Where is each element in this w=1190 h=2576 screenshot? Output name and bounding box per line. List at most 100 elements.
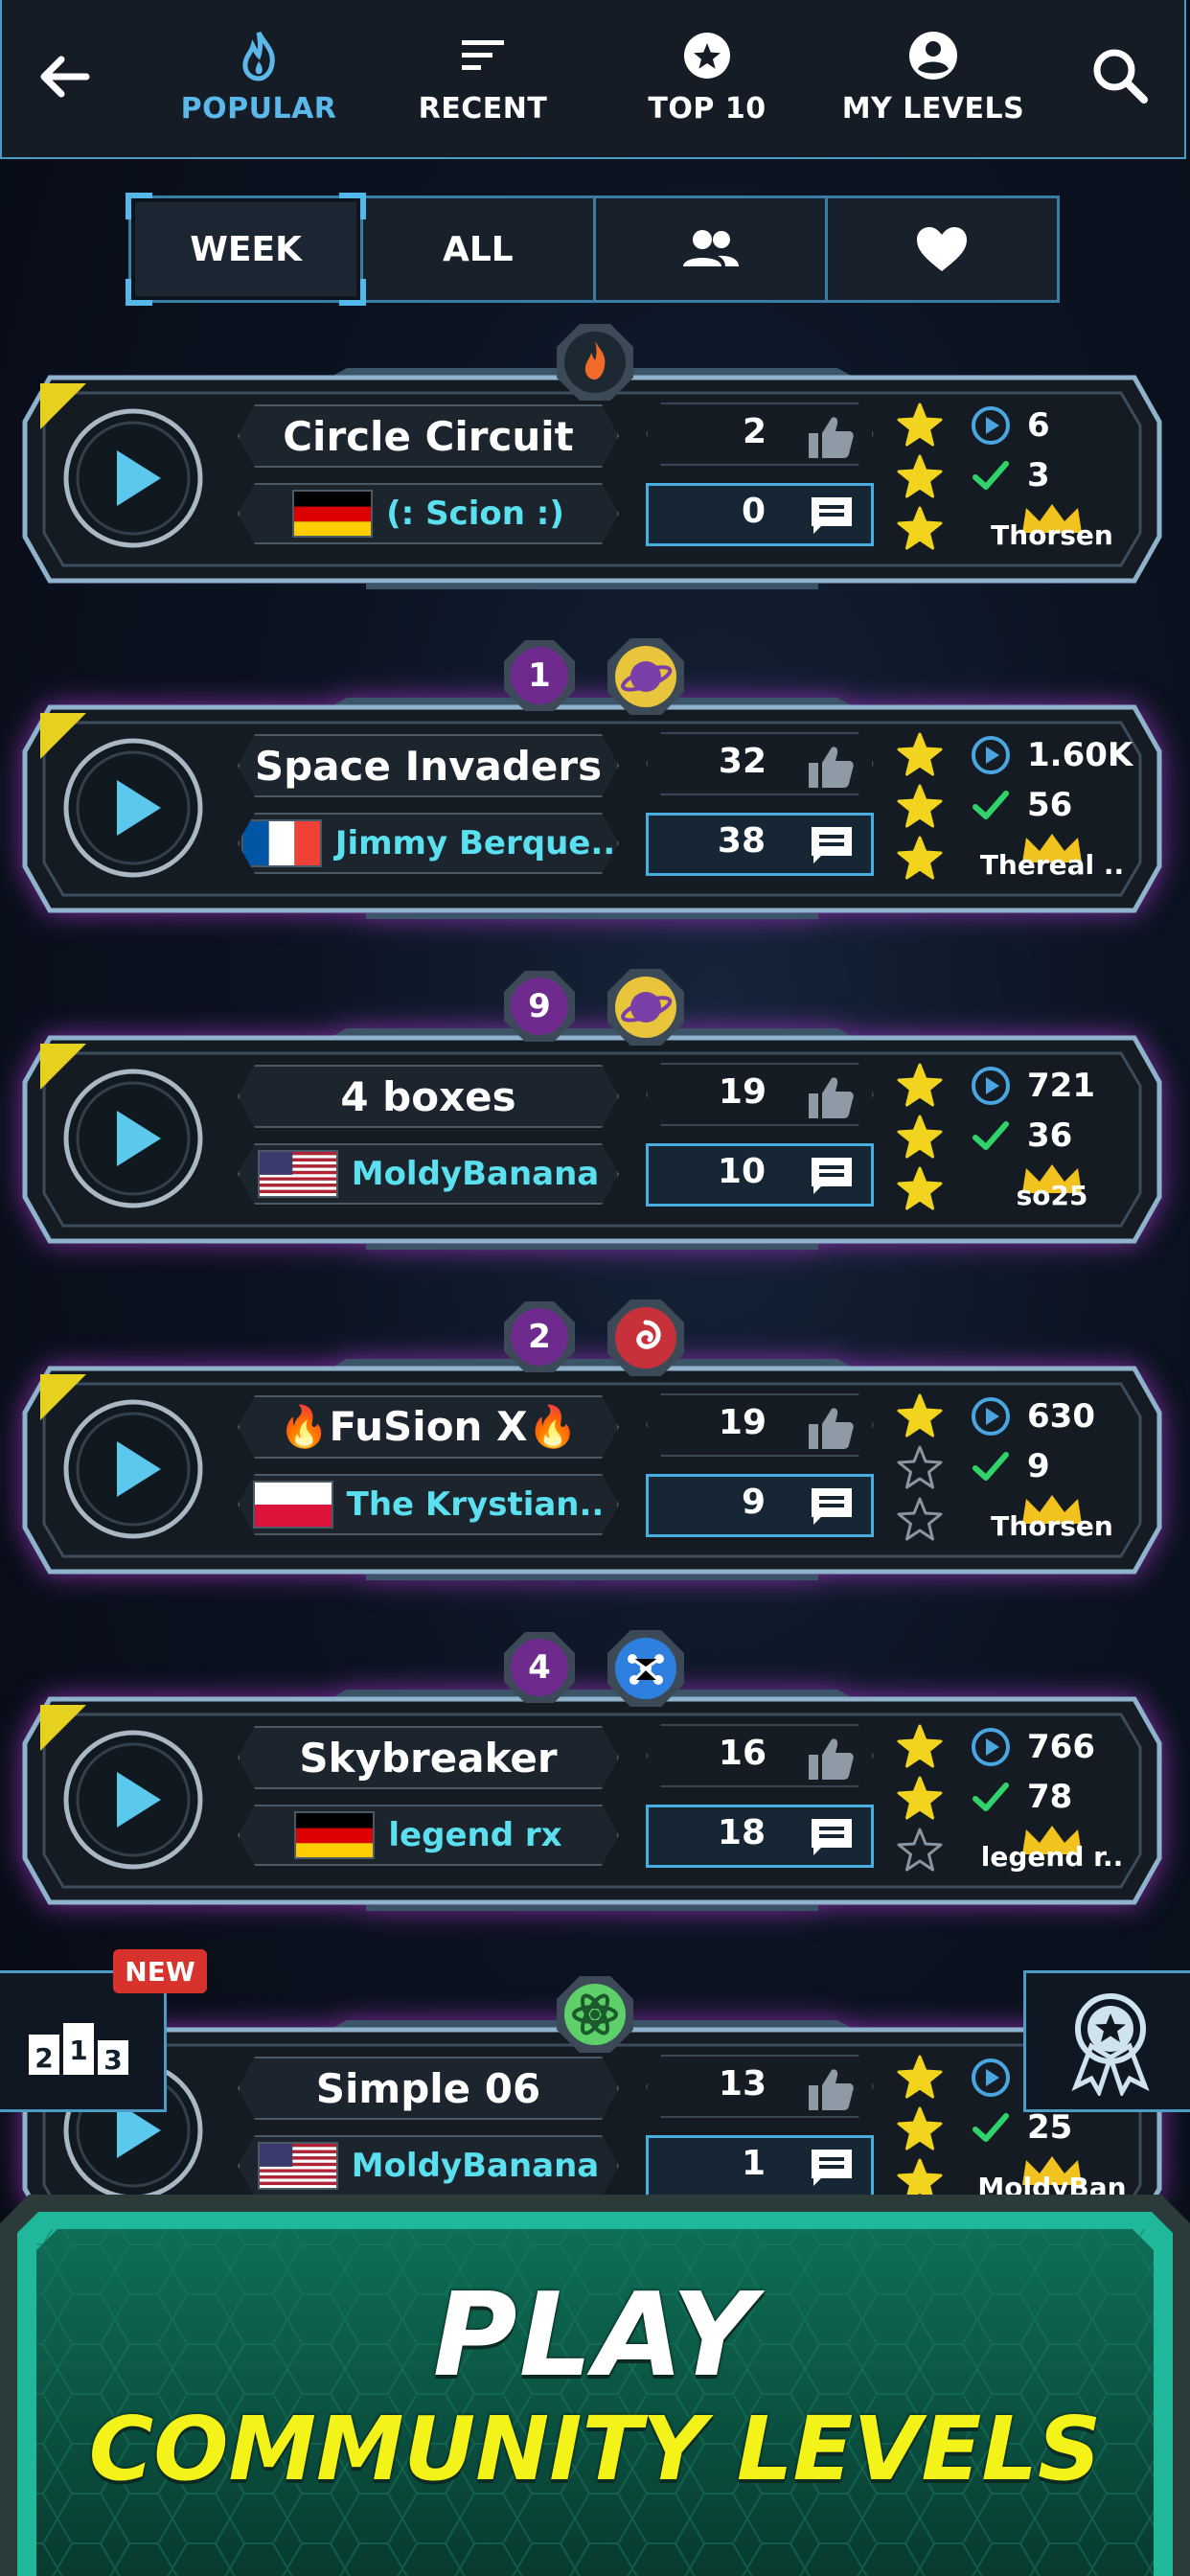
level-card[interactable]: Skybreaker legend rx 16 18 766 78 legend… (21, 1686, 1163, 1916)
record-holder-name: Thereal .. (979, 849, 1125, 881)
likes-count: 32 (718, 742, 767, 781)
play-button[interactable] (61, 406, 205, 550)
comments-counter[interactable]: 38 (646, 813, 874, 876)
record-holder: legend r.. (958, 1822, 1146, 1883)
banner-title: PLAY (432, 2269, 758, 2403)
rank-number: 2 (528, 1318, 551, 1356)
filter-friends[interactable] (596, 198, 828, 300)
plays-stat: 1.60K (970, 730, 1161, 780)
tab-my-levels[interactable]: MY LEVELS (828, 17, 1039, 142)
comments-counter[interactable]: 1 (646, 2135, 874, 2198)
star-filled-icon (897, 1393, 943, 1438)
thumbs-up-icon (805, 1732, 857, 1783)
completions-stat: 3 (970, 450, 1161, 500)
completions-count: 56 (1027, 786, 1073, 824)
tab-top10-label: TOP 10 (648, 92, 767, 126)
author-box[interactable]: MoldyBanana (238, 1143, 619, 1205)
likes-count: 19 (718, 1403, 767, 1442)
thumbs-up-icon (805, 2062, 857, 2114)
likes-counter[interactable]: 13 (646, 2055, 874, 2118)
level-name-box: 4 boxes (238, 1065, 619, 1128)
level-card[interactable]: 🔥FuSion X🔥 The Krystian.. 19 9 630 9 Tho… (21, 1355, 1163, 1585)
podium-digit-1: 1 (69, 2035, 87, 2066)
record-holder: Thorsen (958, 1491, 1146, 1552)
plays-count: 1.60K (1027, 736, 1133, 774)
completions-count: 36 (1027, 1116, 1073, 1155)
banner-subtitle: COMMUNITY LEVELS (88, 2398, 1102, 2500)
completions-stat: 9 (970, 1441, 1161, 1491)
atom-icon (555, 1974, 635, 2055)
flame-icon (242, 31, 275, 81)
play-button[interactable] (61, 736, 205, 880)
likes-count: 19 (718, 1072, 767, 1112)
comments-counter[interactable]: 9 (646, 1474, 874, 1537)
likes-counter[interactable]: 16 (646, 1724, 874, 1787)
rank-number: 4 (528, 1648, 551, 1687)
likes-counter[interactable]: 19 (646, 1063, 874, 1126)
comments-counter[interactable]: 18 (646, 1805, 874, 1868)
likes-counter[interactable]: 2 (646, 402, 874, 466)
level-card[interactable]: Space Invaders Jimmy Berque.. 32 38 1.60… (21, 694, 1163, 924)
play-button[interactable] (61, 1397, 205, 1541)
tab-recent[interactable]: RECENT (378, 17, 588, 142)
level-name: 4 boxes (340, 1072, 516, 1120)
author-box[interactable]: legend rx (238, 1805, 619, 1866)
tab-popular[interactable]: POPULAR (153, 17, 364, 142)
plays-count: 6 (1027, 406, 1050, 445)
search-icon[interactable] (1083, 38, 1159, 115)
play-circle-icon (972, 2058, 1010, 2097)
star-filled-icon (897, 1724, 943, 1768)
achievements-button[interactable] (1023, 1970, 1190, 2112)
award-ribbon-icon (1071, 1993, 1150, 2096)
thumbs-up-icon (805, 1070, 857, 1122)
comments-counter[interactable]: 10 (646, 1143, 874, 1207)
star-filled-icon (897, 784, 943, 828)
star-empty-icon (897, 1445, 943, 1489)
level-card[interactable]: 4 boxes MoldyBanana 19 10 721 36 so25 (21, 1024, 1163, 1254)
star-rating (895, 730, 949, 886)
star-filled-icon (897, 2106, 943, 2150)
comments-count: 1 (741, 2144, 766, 2183)
heart-icon (917, 227, 968, 271)
star-rating (895, 1392, 949, 1547)
comment-icon (812, 1158, 852, 1194)
comments-count: 18 (717, 1813, 766, 1852)
filter-week[interactable]: WEEK (126, 193, 367, 306)
comment-icon (812, 2150, 852, 2186)
comments-counter[interactable]: 0 (646, 483, 874, 546)
author-box[interactable]: (: Scion :) (238, 483, 619, 544)
star-filled-icon (897, 1166, 943, 1210)
play-button[interactable] (61, 1067, 205, 1210)
author-box[interactable]: MoldyBanana (238, 2135, 619, 2196)
flame-icon (555, 322, 635, 402)
tab-my-levels-label: MY LEVELS (841, 92, 1025, 126)
play-button[interactable] (61, 1728, 205, 1872)
comment-icon (812, 1488, 852, 1525)
record-holder-name: Thorsen (991, 519, 1113, 551)
level-stats: 6 3 (970, 401, 1161, 500)
star-rating (895, 401, 949, 556)
author-box[interactable]: Jimmy Berque.. (238, 813, 619, 874)
author-box[interactable]: The Krystian.. (238, 1474, 619, 1535)
plays-count: 721 (1027, 1067, 1095, 1105)
likes-counter[interactable]: 32 (646, 732, 874, 795)
likes-counter[interactable]: 19 (646, 1393, 874, 1457)
level-name: Skybreaker (299, 1734, 558, 1782)
back-arrow-icon[interactable] (29, 38, 105, 115)
level-name-box: Simple 06 (238, 2057, 619, 2120)
comments-count: 0 (741, 492, 766, 531)
completions-stat: 36 (970, 1111, 1161, 1161)
tab-top10[interactable]: TOP 10 (602, 17, 812, 142)
comment-icon (812, 1819, 852, 1855)
rank-number: 9 (528, 987, 551, 1025)
filter-week-label: WEEK (190, 229, 303, 269)
play-circle-icon (972, 1728, 1010, 1766)
level-name-box: 🔥FuSion X🔥 (238, 1395, 619, 1459)
filter-all[interactable]: ALL (363, 198, 596, 300)
account-circle-icon (909, 32, 957, 80)
completions-count: 9 (1027, 1447, 1050, 1485)
filter-favorites[interactable] (828, 198, 1057, 300)
comments-count: 38 (717, 821, 766, 861)
completions-stat: 56 (970, 780, 1161, 830)
author-name: (: Scion :) (386, 494, 564, 533)
